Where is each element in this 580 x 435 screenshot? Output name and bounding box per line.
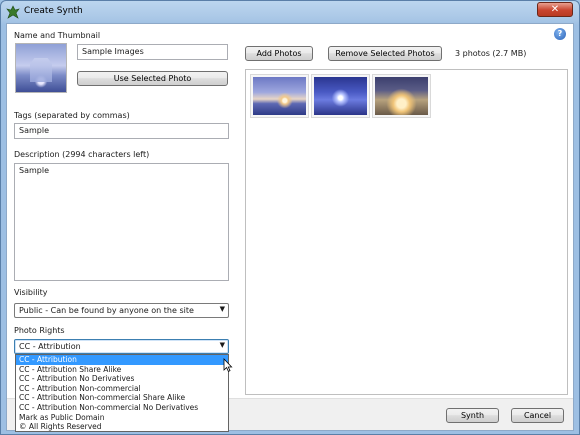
photosynth-app-icon [6,5,20,19]
photo-rights-label: Photo Rights [14,326,65,335]
chevron-down-icon: ▼ [219,341,225,349]
remove-selected-photos-button[interactable]: Remove Selected Photos [328,46,442,61]
create-synth-window: Create Synth ✕ ? Name and Thumbnail Samp… [0,0,580,435]
close-button[interactable]: ✕ [537,2,573,17]
dropdown-option[interactable]: CC - Attribution [16,355,228,365]
add-photos-button[interactable]: Add Photos [245,46,313,61]
dropdown-option[interactable]: CC - Attribution Non-commercial [16,384,228,394]
photo-rights-select[interactable]: CC - Attribution ▼ [14,339,229,354]
window-title: Create Synth [24,6,83,16]
photo-grid[interactable] [245,69,568,395]
photo-thumbnail[interactable] [311,74,370,118]
dropdown-option[interactable]: CC - Attribution No Derivatives [16,374,228,384]
photo-count-text: 3 photos (2.7 MB) [455,49,527,58]
help-icon[interactable]: ? [554,28,566,40]
photo-thumbnail[interactable] [250,74,309,118]
visibility-label: Visibility [14,288,48,297]
chevron-down-icon: ▼ [219,305,225,313]
synth-thumbnail [15,43,67,93]
dropdown-option[interactable]: © All Rights Reserved [16,422,228,432]
photo-image [375,77,428,115]
use-selected-photo-button[interactable]: Use Selected Photo [77,71,228,86]
description-label: Description (2994 characters left) [14,150,150,159]
description-textarea[interactable]: Sample [14,163,229,281]
dropdown-option[interactable]: CC - Attribution Non-commercial No Deriv… [16,403,228,413]
mouse-cursor-icon [223,358,233,372]
photo-thumbnail[interactable] [372,74,431,118]
dropdown-option[interactable]: Mark as Public Domain [16,413,228,423]
visibility-select[interactable]: Public - Can be found by anyone on the s… [14,303,229,318]
tags-input[interactable]: Sample [14,123,229,139]
dropdown-option[interactable]: CC - Attribution Share Alike [16,365,228,375]
cancel-button[interactable]: Cancel [511,408,564,423]
synth-button[interactable]: Synth [446,408,499,423]
tags-label: Tags (separated by commas) [14,111,130,120]
name-thumbnail-label: Name and Thumbnail [14,31,101,40]
visibility-selected-value: Public - Can be found by anyone on the s… [19,306,194,315]
synth-name-input[interactable]: Sample Images [77,44,228,60]
photo-rights-selected-value: CC - Attribution [19,342,81,351]
title-bar[interactable]: Create Synth ✕ [1,1,579,23]
photo-image [314,77,367,115]
dropdown-option[interactable]: CC - Attribution Non-commercial Share Al… [16,393,228,403]
photo-image [253,77,306,115]
photo-rights-dropdown-list[interactable]: CC - Attribution CC - Attribution Share … [15,354,229,432]
dialog-content: ? Name and Thumbnail Sample Images Use S… [6,23,574,432]
